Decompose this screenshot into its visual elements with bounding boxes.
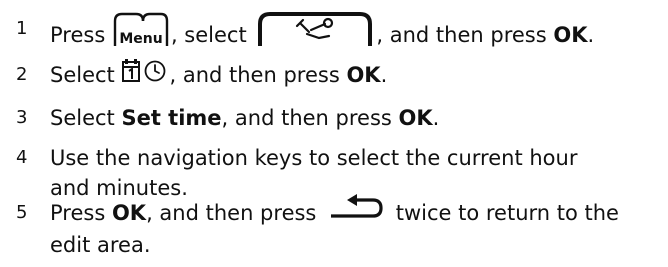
instruction-steps: 1 Press Menu , select , and then press O… [0,0,668,267]
ok-key-label: OK [346,63,381,87]
back-arrow-icon [329,194,385,226]
ok-key-label: OK [111,201,147,225]
clock-icon [143,58,167,90]
step-number: 4 [16,147,28,168]
menu-option-label: Set time [121,106,222,130]
step-number: 3 [16,107,28,128]
step-text: Select Set time, and then press OK. [50,106,440,130]
settings-wrench-tab-icon [256,10,374,54]
calendar-icon [121,58,141,90]
step-number: 5 [16,202,28,223]
step-text: Press Menu , select , and then press OK. [50,11,664,58]
ok-key-label: OK [553,23,588,47]
step-text: Select , and then press OK. [50,58,664,92]
step-number: 1 [16,18,28,39]
menu-softkey-icon: Menu [112,11,170,55]
menu-key-label: Menu [119,31,162,47]
ok-key-label: OK [398,106,433,130]
step-text: Press OK, and then press twice to return… [50,194,664,260]
step-number: 2 [16,64,28,85]
